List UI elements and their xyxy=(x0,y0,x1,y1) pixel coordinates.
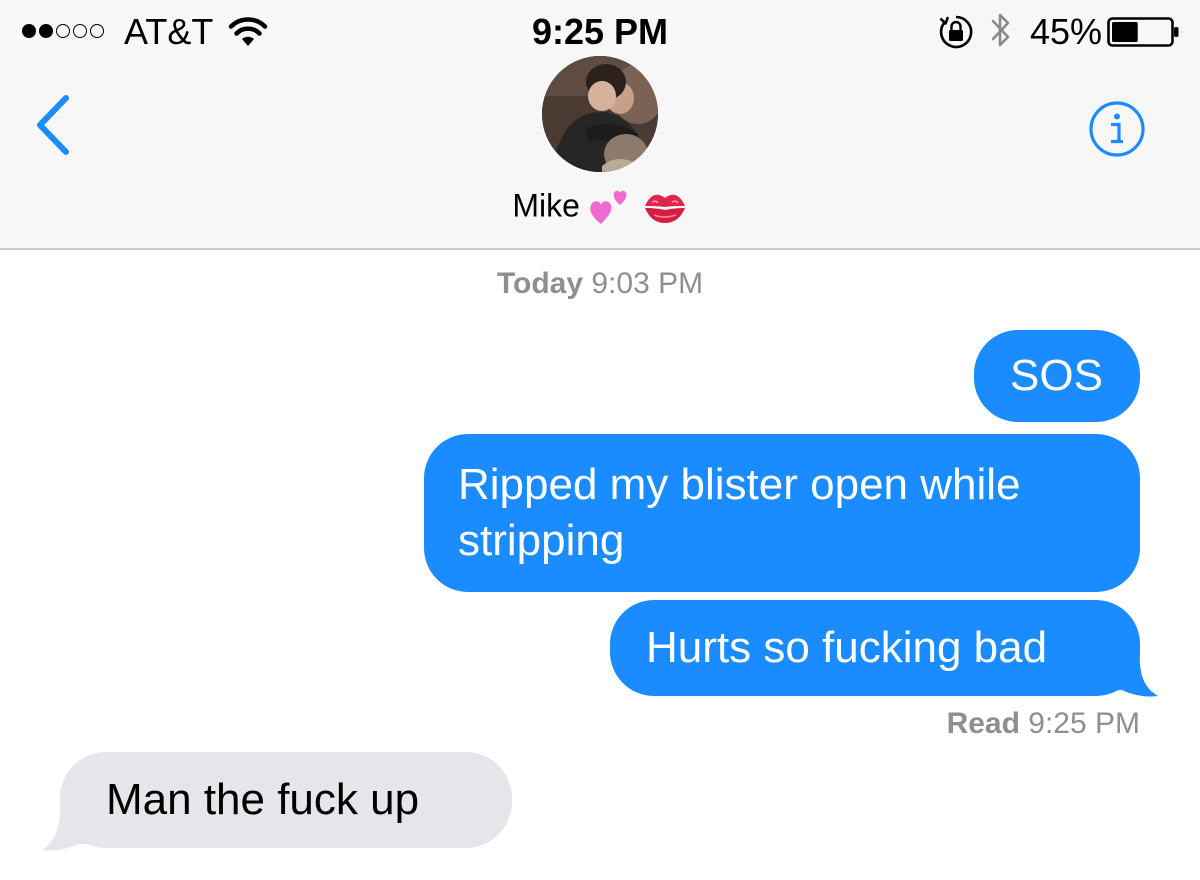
chevron-left-icon xyxy=(37,95,69,155)
read-receipt-label: Read xyxy=(946,707,1020,740)
orientation-lock-icon xyxy=(939,15,973,49)
contact-avatar[interactable] xyxy=(542,56,658,172)
info-button[interactable] xyxy=(1088,100,1146,158)
contact-name: Mike xyxy=(512,187,580,224)
timestamp-day: Today xyxy=(496,267,584,300)
contact-name-label[interactable]: Mike xyxy=(0,182,1200,227)
battery-level-fill xyxy=(1112,22,1138,42)
status-bar: AT&T 9:25 PM 45% xyxy=(0,0,1200,64)
conversation-header: AT&T 9:25 PM 45% Mike xyxy=(0,0,1200,250)
read-receipt-time: 9:25 PM xyxy=(1028,707,1140,740)
battery-icon xyxy=(1107,17,1179,47)
received-message-bubble[interactable]: Man the fuck up xyxy=(60,752,512,848)
read-receipt: Read 9:25 PM xyxy=(947,706,1140,742)
conversation-timestamp: Today 9:03 PM xyxy=(0,266,1200,302)
sent-message-bubble[interactable]: SOS xyxy=(974,330,1140,422)
two-hearts-emoji xyxy=(590,190,627,224)
battery-percentage: 45% xyxy=(1030,11,1103,52)
sent-message-bubble[interactable]: Ripped my blister open while stripping xyxy=(424,434,1140,592)
back-button[interactable] xyxy=(28,92,78,158)
kiss-mark-emoji xyxy=(644,194,685,223)
sent-message-bubble[interactable]: Hurts so fucking bad xyxy=(610,600,1140,696)
bluetooth-icon xyxy=(991,13,1010,47)
info-icon xyxy=(1111,113,1123,144)
timestamp-time: 9:03 PM xyxy=(591,267,704,300)
status-time: 9:25 PM xyxy=(531,11,669,52)
